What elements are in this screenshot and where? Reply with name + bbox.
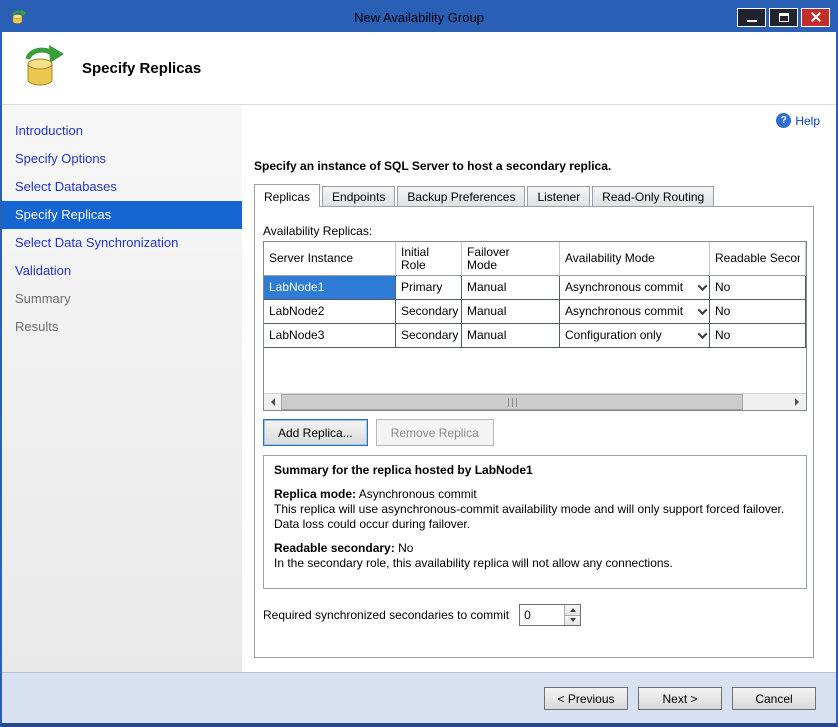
column-header-server-instance[interactable]: Server Instance [264,242,396,276]
database-sync-icon [20,44,66,93]
add-replica-button[interactable]: Add Replica... [263,419,368,446]
next-button[interactable]: Next > [638,687,722,710]
spin-up-icon [570,605,576,612]
grid-row-labnode1: LabNode1 Primary Manual Asynchronous com… [264,276,806,300]
scroll-left-icon [267,398,275,406]
chevron-down-icon [698,305,708,315]
cancel-button[interactable]: Cancel [732,687,816,710]
tab-backup-preferences[interactable]: Backup Preferences [397,186,525,206]
minimize-button[interactable] [737,8,766,27]
tab-strip: Replicas Endpoints Backup Preferences Li… [254,184,714,207]
dialog-window: New Availability Group Specify Replicas … [0,0,838,727]
grid-cell-server[interactable]: LabNode3 [264,324,396,348]
previous-button[interactable]: < Previous [544,687,628,710]
wizard-footer: < Previous Next > Cancel [2,672,836,723]
grid-cell-failover-mode[interactable]: Manual [462,300,560,324]
tab-endpoints[interactable]: Endpoints [322,186,395,206]
readable-secondary-combobox[interactable]: No [710,300,806,324]
chevron-down-icon [698,281,708,291]
readable-secondary-label: Readable secondary: [274,541,395,555]
grid-header-row: Server Instance Initial Role Failover Mo… [264,242,806,276]
grid-cell-initial-role[interactable]: Secondary [396,324,462,348]
help-link[interactable]: ? Help [776,113,820,128]
sidebar-item-validation[interactable]: Validation [2,257,242,285]
maximize-icon [779,13,789,22]
scroll-left-button[interactable] [264,394,281,410]
spin-down-icon [570,618,576,625]
grid-row-labnode3: LabNode3 Secondary Manual Configuration … [264,324,806,348]
main-area: Introduction Specify Options Select Data… [2,105,836,672]
replica-mode-description: This replica will use asynchronous-commi… [274,502,796,532]
sidebar-item-select-databases[interactable]: Select Databases [2,173,242,201]
grid-row-labnode2: LabNode2 Secondary Manual Asynchronous c… [264,300,806,324]
scrollbar-track[interactable] [743,394,789,410]
wizard-header: Specify Replicas [2,32,836,105]
readable-secondary-combobox[interactable]: No [710,276,806,300]
sidebar-item-results: Results [2,313,242,341]
readable-secondary-value: No [398,541,413,555]
grid-empty-area [264,348,806,393]
summary-title: Summary for the replica hosted by LabNod… [274,463,533,477]
replica-buttons-row: Add Replica... Remove Replica [263,419,805,446]
column-header-availability-mode[interactable]: Availability Mode [560,242,710,276]
scroll-right-button[interactable] [789,394,806,410]
window-controls [737,8,830,27]
tab-replicas[interactable]: Replicas [254,184,320,207]
availability-mode-combobox[interactable]: Asynchronous commit [560,276,710,300]
replica-summary-box: Summary for the replica hosted by LabNod… [263,455,807,589]
maximize-button[interactable] [769,8,798,27]
wizard-steps-sidebar: Introduction Specify Options Select Data… [2,105,242,672]
column-header-readable-secondary[interactable]: Readable Secondary [710,242,806,276]
help-icon: ? [776,113,791,128]
close-button[interactable] [801,8,830,27]
availability-replicas-label: Availability Replicas: [263,224,805,238]
sidebar-item-specify-replicas[interactable]: Specify Replicas [2,201,242,229]
replica-mode-value: Asynchronous commit [359,487,477,501]
tab-listener[interactable]: Listener [527,186,590,206]
replicas-tab-panel: Availability Replicas: Server Instance I… [254,206,814,658]
required-secondaries-label: Required synchronized secondaries to com… [263,608,509,622]
availability-replicas-grid: Server Instance Initial Role Failover Mo… [263,241,807,411]
spin-up-button[interactable] [565,605,580,615]
scrollbar-grip-icon [508,398,517,407]
titlebar: New Availability Group [2,2,836,32]
grid-cell-server[interactable]: LabNode1 [264,276,396,300]
spin-down-button[interactable] [565,615,580,626]
page-title: Specify Replicas [82,60,201,77]
readable-secondary-combobox[interactable]: No [710,324,806,348]
availability-mode-combobox[interactable]: Asynchronous commit [560,300,710,324]
horizontal-scrollbar[interactable] [264,393,806,410]
availability-mode-combobox[interactable]: Configuration only [560,324,710,348]
grid-cell-failover-mode[interactable]: Manual [462,324,560,348]
help-label: Help [795,114,820,128]
scroll-right-icon [795,398,803,406]
instruction-text: Specify an instance of SQL Server to hos… [254,159,611,173]
replica-mode-label: Replica mode: [274,487,356,501]
scrollbar-thumb[interactable] [281,394,743,410]
sidebar-item-summary: Summary [2,285,242,313]
chevron-down-icon [698,329,708,339]
grid-cell-server[interactable]: LabNode2 [264,300,396,324]
column-header-failover-mode[interactable]: Failover Mode [462,242,560,276]
grid-cell-initial-role[interactable]: Secondary [396,300,462,324]
required-secondaries-spinner [519,604,581,626]
minimize-icon [747,20,757,22]
readable-secondary-description: In the secondary role, this availability… [274,556,796,571]
required-secondaries-input[interactable] [520,605,564,625]
window-title: New Availability Group [2,10,836,25]
grid-cell-failover-mode[interactable]: Manual [462,276,560,300]
column-header-initial-role[interactable]: Initial Role [396,242,462,276]
grid-cell-initial-role[interactable]: Primary [396,276,462,300]
close-icon [811,12,821,22]
remove-replica-button[interactable]: Remove Replica [376,419,494,446]
sidebar-item-select-data-synchronization[interactable]: Select Data Synchronization [2,229,242,257]
required-secondaries-row: Required synchronized secondaries to com… [263,604,805,626]
tab-read-only-routing[interactable]: Read-Only Routing [592,186,714,206]
content-area: ? Help Specify an instance of SQL Server… [242,105,836,672]
sidebar-item-introduction[interactable]: Introduction [2,117,242,145]
sidebar-item-specify-options[interactable]: Specify Options [2,145,242,173]
spin-buttons [564,605,580,625]
